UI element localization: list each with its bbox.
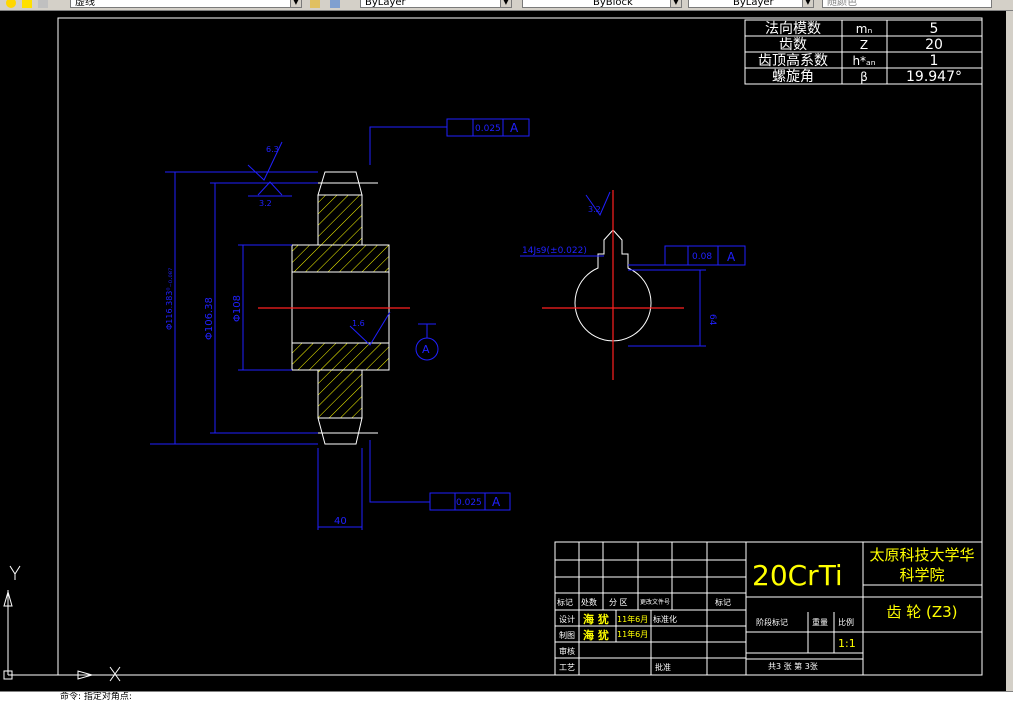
scale-value: 1:1	[838, 637, 856, 650]
zone-label: 分 区	[609, 598, 628, 607]
design-label: 设计	[559, 614, 575, 624]
rough-key: 3.2	[588, 205, 601, 214]
tol-top-value: 0.025	[475, 124, 501, 134]
param-value-module: 5	[930, 21, 939, 37]
tol-top-datum: A	[510, 121, 519, 135]
dia-pitch: Φ106.38	[204, 297, 215, 340]
process-label: 工艺	[559, 663, 575, 672]
lineweight-control-dropdown[interactable]: ByLayer	[688, 0, 814, 8]
command-line-text: 命令: 指定对角点:	[60, 692, 132, 701]
color-dropdown-arrow[interactable]: ▼	[500, 0, 512, 8]
lock-icon[interactable]	[38, 0, 48, 8]
dia-outer: Φ116.383⁰₋₀.₀₈₇	[165, 268, 174, 330]
material-label: 20CrTi	[752, 559, 843, 592]
draw-label: 制图	[559, 630, 575, 640]
linetype-dropdown-arrow[interactable]: ▼	[290, 0, 302, 8]
param-value-helix: 19.947°	[906, 69, 962, 85]
review-label: 审核	[559, 646, 575, 656]
param-value-addendum: 1	[930, 53, 939, 69]
lineweight-control-arrow[interactable]: ▼	[802, 0, 814, 8]
design-date: 11年6月	[617, 614, 648, 624]
sheets-label: 共3 张 第 3张	[768, 661, 818, 671]
ucs-icon	[3, 565, 121, 682]
sun-icon[interactable]	[22, 0, 32, 8]
approve-label: 批准	[655, 662, 671, 672]
count-label: 处数	[581, 597, 597, 607]
institution-label-line2: 科学院	[899, 566, 944, 584]
rough-top: 6.3	[266, 145, 279, 154]
param-name-helix: 螺旋角	[772, 69, 814, 85]
rough-mid: 3.2	[259, 199, 272, 208]
draw-signature: 海 犹	[583, 628, 609, 642]
param-symbol-module: mₙ	[856, 22, 873, 36]
hub-end-view	[542, 190, 684, 380]
tol-right-datum: A	[727, 250, 736, 264]
linetype-control-value: ByBlock	[593, 0, 633, 8]
linetype-dropdown[interactable]: 虚线	[70, 0, 302, 8]
layer-state-icon[interactable]	[6, 0, 16, 8]
layer-match-icon[interactable]	[330, 0, 340, 8]
gear-section-view	[258, 171, 410, 445]
param-symbol-addendum: h*ₐₙ	[852, 54, 875, 68]
drawing-canvas[interactable]: 法向模数 mₙ 5 齿数 Z 20 齿顶高系数 h*ₐₙ 1 螺旋角 β 19.…	[0, 11, 1013, 691]
tol-right-value: 0.08	[692, 252, 712, 262]
keyway-dim: 14Js9(±0.022)	[522, 246, 587, 256]
drawing-frame	[57, 17, 983, 676]
tol-bottom-datum: A	[492, 495, 501, 509]
plotstyle-control-value: 随颜色	[827, 0, 857, 8]
scale-label: 比例	[838, 617, 854, 627]
param-name-addendum: 齿顶高系数	[758, 52, 828, 69]
mark-label-2: 标记	[715, 597, 731, 607]
tol-bottom-value: 0.025	[456, 498, 482, 508]
color-control-dropdown[interactable]: ByLayer	[360, 0, 512, 8]
param-symbol-teeth: Z	[860, 38, 868, 52]
datum-a-label: A	[422, 343, 430, 356]
layer-previous-icon[interactable]	[310, 0, 320, 8]
linetype-value: 虚线	[75, 0, 95, 8]
dia-hub: Φ108	[232, 295, 243, 322]
change-label: 更改文件号	[640, 598, 670, 606]
lineweight-control-value: ByLayer	[733, 0, 774, 8]
command-line[interactable]: 命令: 指定对角点:	[0, 691, 1013, 701]
std-label: 标准化	[653, 614, 677, 624]
key-depth: 64	[707, 314, 717, 326]
rough-bore: 1.6	[352, 319, 365, 328]
institution-label: 太原科技大学华	[869, 546, 974, 564]
param-value-teeth: 20	[925, 37, 943, 53]
param-name-module: 法向模数	[765, 21, 821, 37]
mark-label: 标记	[557, 597, 573, 607]
linetype-control-arrow[interactable]: ▼	[670, 0, 682, 8]
weight-label: 重量	[812, 617, 828, 627]
design-signature: 海 犹	[583, 612, 609, 626]
linetype-control-dropdown[interactable]: ByBlock	[522, 0, 682, 8]
param-name-teeth: 齿数	[779, 37, 807, 53]
draw-date: 11年6月	[617, 629, 648, 639]
properties-toolbar: 虚线 ▼ ByLayer ▼ ByBlock ▼ ByLayer ▼ 随颜色	[0, 0, 1013, 11]
vertical-scrollbar[interactable]	[1006, 11, 1013, 691]
stage-label: 阶段标记	[756, 617, 788, 627]
plotstyle-control-dropdown[interactable]: 随颜色	[822, 0, 992, 8]
color-control-value: ByLayer	[365, 0, 406, 8]
param-symbol-helix: β	[860, 70, 868, 84]
part-name-label: 齿 轮 (Z3)	[886, 603, 957, 621]
width-dim: 40	[334, 516, 347, 527]
